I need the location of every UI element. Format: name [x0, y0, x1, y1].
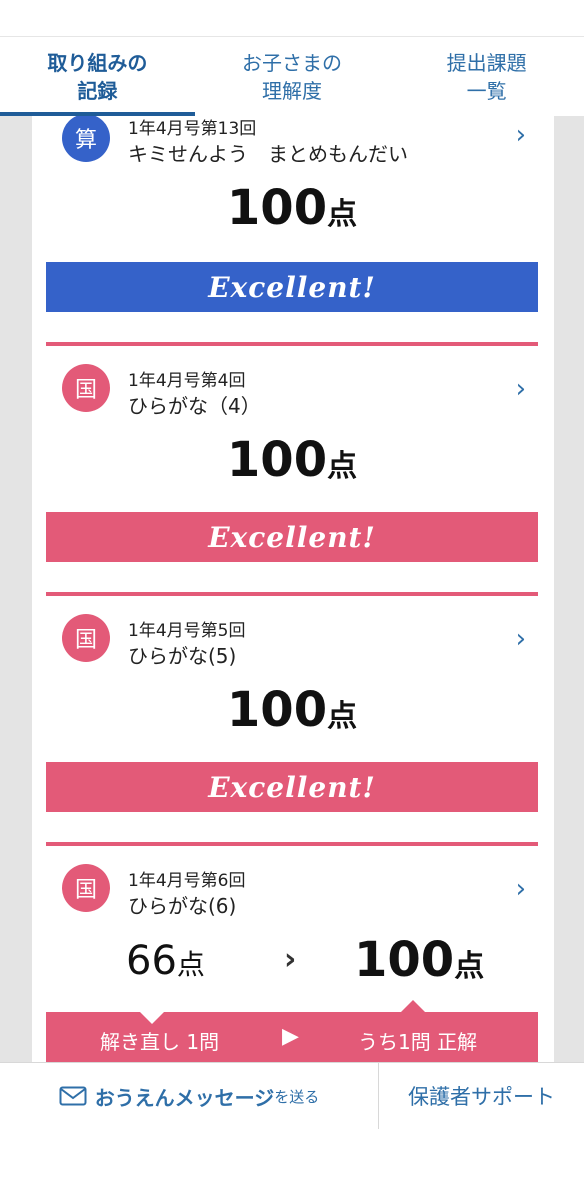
record-card[interactable]: 国 1年4月号第4回 ひらがな（4） › 100点 Excellent! [46, 342, 538, 562]
excellent-banner: Excellent! [46, 762, 538, 812]
lesson-title: ひらがな(6) [128, 894, 237, 918]
record-list: 算 1年4月号第13回 キミせんよう まとめもんだい › 100点 Excell… [32, 116, 554, 1062]
lesson-number: 1年4月号第4回 [128, 371, 246, 391]
subject-badge-math: 算 [62, 116, 110, 162]
score-unit: 点 [327, 699, 358, 734]
score-after: 100点 [354, 932, 484, 988]
score-comparison: 66点 › 100点 [46, 932, 538, 992]
record-card[interactable]: 国 1年4月号第6回 ひらがな(6) › 66点 › 100点 解き直し 1問 … [46, 842, 538, 1062]
message-label: おうえんメッセージ [94, 1085, 275, 1110]
retry-count: 解き直し 1問 [100, 1030, 220, 1054]
chevron-right-icon[interactable]: › [516, 120, 526, 150]
score-unit: 点 [176, 948, 205, 981]
excellent-banner: Excellent! [46, 512, 538, 562]
mail-icon [59, 1086, 87, 1106]
score-after-value: 100 [354, 932, 455, 988]
content-area: 算 1年4月号第13回 キミせんよう まとめもんだい › 100点 Excell… [0, 116, 584, 1062]
score-unit: 点 [327, 197, 358, 232]
subject-badge-japanese: 国 [62, 364, 110, 412]
lesson-title: キミせんよう まとめもんだい [128, 142, 408, 166]
send-message-button[interactable]: おうえんメッセージ を送る [0, 1063, 379, 1129]
card-divider [46, 342, 538, 346]
tab-bar: 取り組みの 記録 お子さまの 理解度 提出課題 一覧 [0, 36, 584, 117]
lesson-number: 1年4月号第5回 [128, 621, 246, 641]
card-divider [46, 842, 538, 846]
message-suffix: を送る [274, 1087, 320, 1106]
parent-support-button[interactable]: 保護者サポート [379, 1063, 584, 1129]
tab-records[interactable]: 取り組みの 記録 [0, 37, 195, 117]
bottom-bar: おうえんメッセージ を送る 保護者サポート [0, 1062, 584, 1130]
subject-badge-japanese: 国 [62, 614, 110, 662]
score-unit: 点 [327, 449, 358, 484]
pointer-notch [140, 1012, 164, 1024]
chevron-right-icon[interactable]: › [516, 624, 526, 654]
lesson-number: 1年4月号第13回 [128, 119, 257, 139]
lesson-title: ひらがな(5) [128, 644, 237, 668]
tab-assignments[interactable]: 提出課題 一覧 [389, 37, 584, 117]
retry-banner: 解き直し 1問 ▶ うち1問 正解 [46, 1012, 538, 1062]
lesson-title: ひらがな（4） [128, 394, 261, 418]
chevron-right-icon[interactable]: › [516, 874, 526, 904]
score-value: 100 [226, 432, 328, 488]
score: 100点 [46, 180, 538, 236]
card-divider [46, 592, 538, 596]
tab-understanding[interactable]: お子さまの 理解度 [195, 37, 390, 117]
arrow-right-icon: › [284, 942, 297, 977]
record-card[interactable]: 算 1年4月号第13回 キミせんよう まとめもんだい › 100点 Excell… [46, 116, 538, 316]
retry-result: うち1問 正解 [358, 1030, 478, 1054]
bottom-blank [0, 1129, 584, 1200]
pointer-notch [401, 1000, 425, 1012]
score-value: 100 [226, 682, 328, 738]
score-value: 100 [226, 180, 328, 236]
score-before: 66点 [126, 938, 205, 984]
excellent-banner: Excellent! [46, 262, 538, 312]
lesson-number: 1年4月号第6回 [128, 871, 246, 891]
chevron-right-icon[interactable]: › [516, 374, 526, 404]
status-area [0, 0, 584, 36]
score: 100点 [46, 432, 538, 488]
subject-badge-japanese: 国 [62, 864, 110, 912]
score-unit: 点 [454, 949, 485, 984]
score: 100点 [46, 682, 538, 738]
triangle-right-icon: ▶ [282, 1024, 299, 1049]
score-before-value: 66 [126, 938, 177, 984]
record-card[interactable]: 国 1年4月号第5回 ひらがな(5) › 100点 Excellent! [46, 592, 538, 812]
